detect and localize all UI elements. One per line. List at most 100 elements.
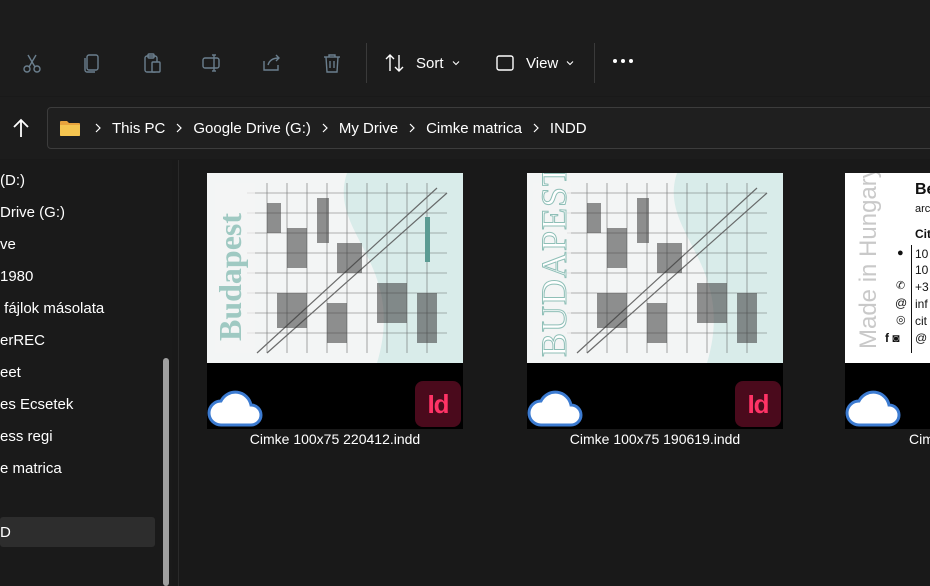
dot-icon xyxy=(613,59,617,63)
sidebar-item-label: e matrica xyxy=(0,459,62,477)
file-name: Cim xyxy=(909,431,930,447)
sidebar-item-label: ess regi xyxy=(0,427,53,445)
file-item[interactable]: Made in Hungary Be arc Cit ● 10 10 ✆ +3 … xyxy=(845,173,930,463)
web-icon: ◎ xyxy=(896,314,906,326)
toolbar-separator xyxy=(366,43,367,83)
label-artwork: BUDAPEST xyxy=(527,173,783,363)
view-label: View xyxy=(526,54,559,72)
sidebar-item[interactable]: 1980 xyxy=(0,261,155,291)
sidebar-item-label: D xyxy=(0,523,11,541)
app-label: Id xyxy=(427,388,449,419)
sidebar-item[interactable]: e matrica xyxy=(0,453,155,483)
sort-icon xyxy=(385,54,404,72)
rename-button[interactable] xyxy=(200,48,224,78)
card-line: Cit xyxy=(915,227,930,241)
artwork-title: Budapest xyxy=(212,212,248,341)
sidebar-item[interactable]: ve xyxy=(0,229,155,259)
label-artwork: Budapest xyxy=(207,173,463,363)
view-icon xyxy=(496,55,514,71)
app-label: Id xyxy=(747,388,769,419)
chevron-right-icon xyxy=(409,123,415,133)
breadcrumb-my-drive[interactable]: My Drive xyxy=(339,120,398,137)
navigation-pane: (D:) Drive (G:) ve 1980 fájlok másolata … xyxy=(0,160,172,586)
chevron-right-icon xyxy=(95,123,101,133)
sidebar-item[interactable]: eet xyxy=(0,357,155,387)
copy-icon xyxy=(84,54,99,73)
card-line: inf xyxy=(915,297,928,311)
card-line: cit xyxy=(915,314,927,328)
sidebar-item-label: 1980 xyxy=(0,267,34,285)
cloud-icon xyxy=(207,390,263,427)
card-line: +3 xyxy=(915,280,929,294)
sidebar-item[interactable]: erREC xyxy=(0,325,155,355)
rename-icon xyxy=(202,54,220,72)
breadcrumb-google-drive[interactable]: Google Drive (G:) xyxy=(193,120,311,137)
sidebar-item-label: (D:) xyxy=(0,171,25,189)
sidebar-item-label: Drive (G:) xyxy=(0,203,65,221)
email-icon: @ xyxy=(895,296,908,310)
business-card-artwork: Made in Hungary Be arc Cit ● 10 10 ✆ +3 … xyxy=(845,173,930,363)
location-icon: ● xyxy=(897,247,904,259)
sidebar-item[interactable]: ess regi xyxy=(0,421,155,451)
breadcrumb-this-pc[interactable]: This PC xyxy=(112,120,165,137)
chevron-down-icon xyxy=(566,61,574,66)
cloud-icon xyxy=(527,390,583,427)
share-button[interactable] xyxy=(260,48,284,78)
breadcrumb-cimke-matrica[interactable]: Cimke matrica xyxy=(426,120,522,137)
address-bar[interactable]: This PC Google Drive (G:) My Drive Cimke… xyxy=(47,107,930,149)
phone-icon: ✆ xyxy=(896,280,906,292)
sidebar-item-selected[interactable]: D xyxy=(0,517,155,547)
paste-button[interactable] xyxy=(140,48,164,78)
file-item[interactable]: BUDAPEST Id Cimke 100x75 190619.indd xyxy=(527,173,787,463)
artwork-title: BUDAPEST xyxy=(534,173,575,358)
card-line: @ xyxy=(915,331,928,345)
breadcrumb-indd[interactable]: INDD xyxy=(550,120,587,137)
indesign-icon: Id xyxy=(735,381,781,427)
card-line: Be xyxy=(915,181,930,198)
chevron-right-icon xyxy=(322,123,328,133)
copy-button[interactable] xyxy=(80,48,104,78)
card-line: arc xyxy=(915,203,930,215)
up-arrow-icon[interactable] xyxy=(8,115,34,141)
facebook-instagram-icon: f ◙ xyxy=(885,331,900,345)
card-line: 10 xyxy=(915,263,929,277)
indesign-icon: Id xyxy=(415,381,461,427)
file-name: Cimke 100x75 190619.indd xyxy=(569,431,741,447)
sidebar-item[interactable]: Drive (G:) xyxy=(0,197,155,227)
sort-label: Sort xyxy=(416,54,444,72)
sidebar-item-label: es Ecsetek xyxy=(0,395,74,413)
sidebar-item[interactable]: es Ecsetek xyxy=(0,389,155,419)
file-item[interactable]: Budapest Id Cimke 100x75 220412.indd xyxy=(207,173,467,463)
more-options-button[interactable] xyxy=(613,59,633,63)
scissors-icon xyxy=(23,54,41,73)
sort-button[interactable]: Sort xyxy=(384,48,464,78)
chevron-right-icon xyxy=(533,123,539,133)
dot-icon xyxy=(629,59,633,63)
view-button[interactable]: View xyxy=(494,48,576,78)
navigation-bar: This PC Google Drive (G:) My Drive Cimke… xyxy=(0,97,930,159)
toolbar-separator xyxy=(594,43,595,83)
card-line: 10 xyxy=(915,247,929,261)
delete-button[interactable] xyxy=(320,48,344,78)
file-thumbnail: BUDAPEST Id xyxy=(527,173,783,429)
sidebar-item[interactable]: (D:) xyxy=(0,165,155,195)
chevron-down-icon xyxy=(452,61,459,66)
sidebar-scrollbar[interactable] xyxy=(163,358,169,586)
share-icon xyxy=(263,54,280,71)
file-thumbnail: Made in Hungary Be arc Cit ● 10 10 ✆ +3 … xyxy=(845,173,930,429)
sidebar-item-label: fájlok másolata xyxy=(0,299,105,317)
artwork-title: Made in Hungary xyxy=(855,173,882,349)
clipboard-icon xyxy=(144,53,161,73)
chevron-right-icon xyxy=(176,123,183,133)
title-bar xyxy=(0,0,930,30)
cut-button[interactable] xyxy=(20,48,44,78)
command-bar: Sort View xyxy=(0,30,930,96)
sidebar-item-label: ve xyxy=(0,235,16,253)
file-thumbnail: Budapest Id xyxy=(207,173,463,429)
file-list: Budapest Id Cimke 100x75 220412.indd BUD… xyxy=(179,160,930,586)
sidebar-item-label: erREC xyxy=(0,331,46,349)
sidebar-item[interactable]: fájlok másolata xyxy=(0,293,155,323)
file-name: Cimke 100x75 220412.indd xyxy=(249,431,421,447)
folder-icon xyxy=(60,121,80,136)
dot-icon xyxy=(621,59,625,63)
